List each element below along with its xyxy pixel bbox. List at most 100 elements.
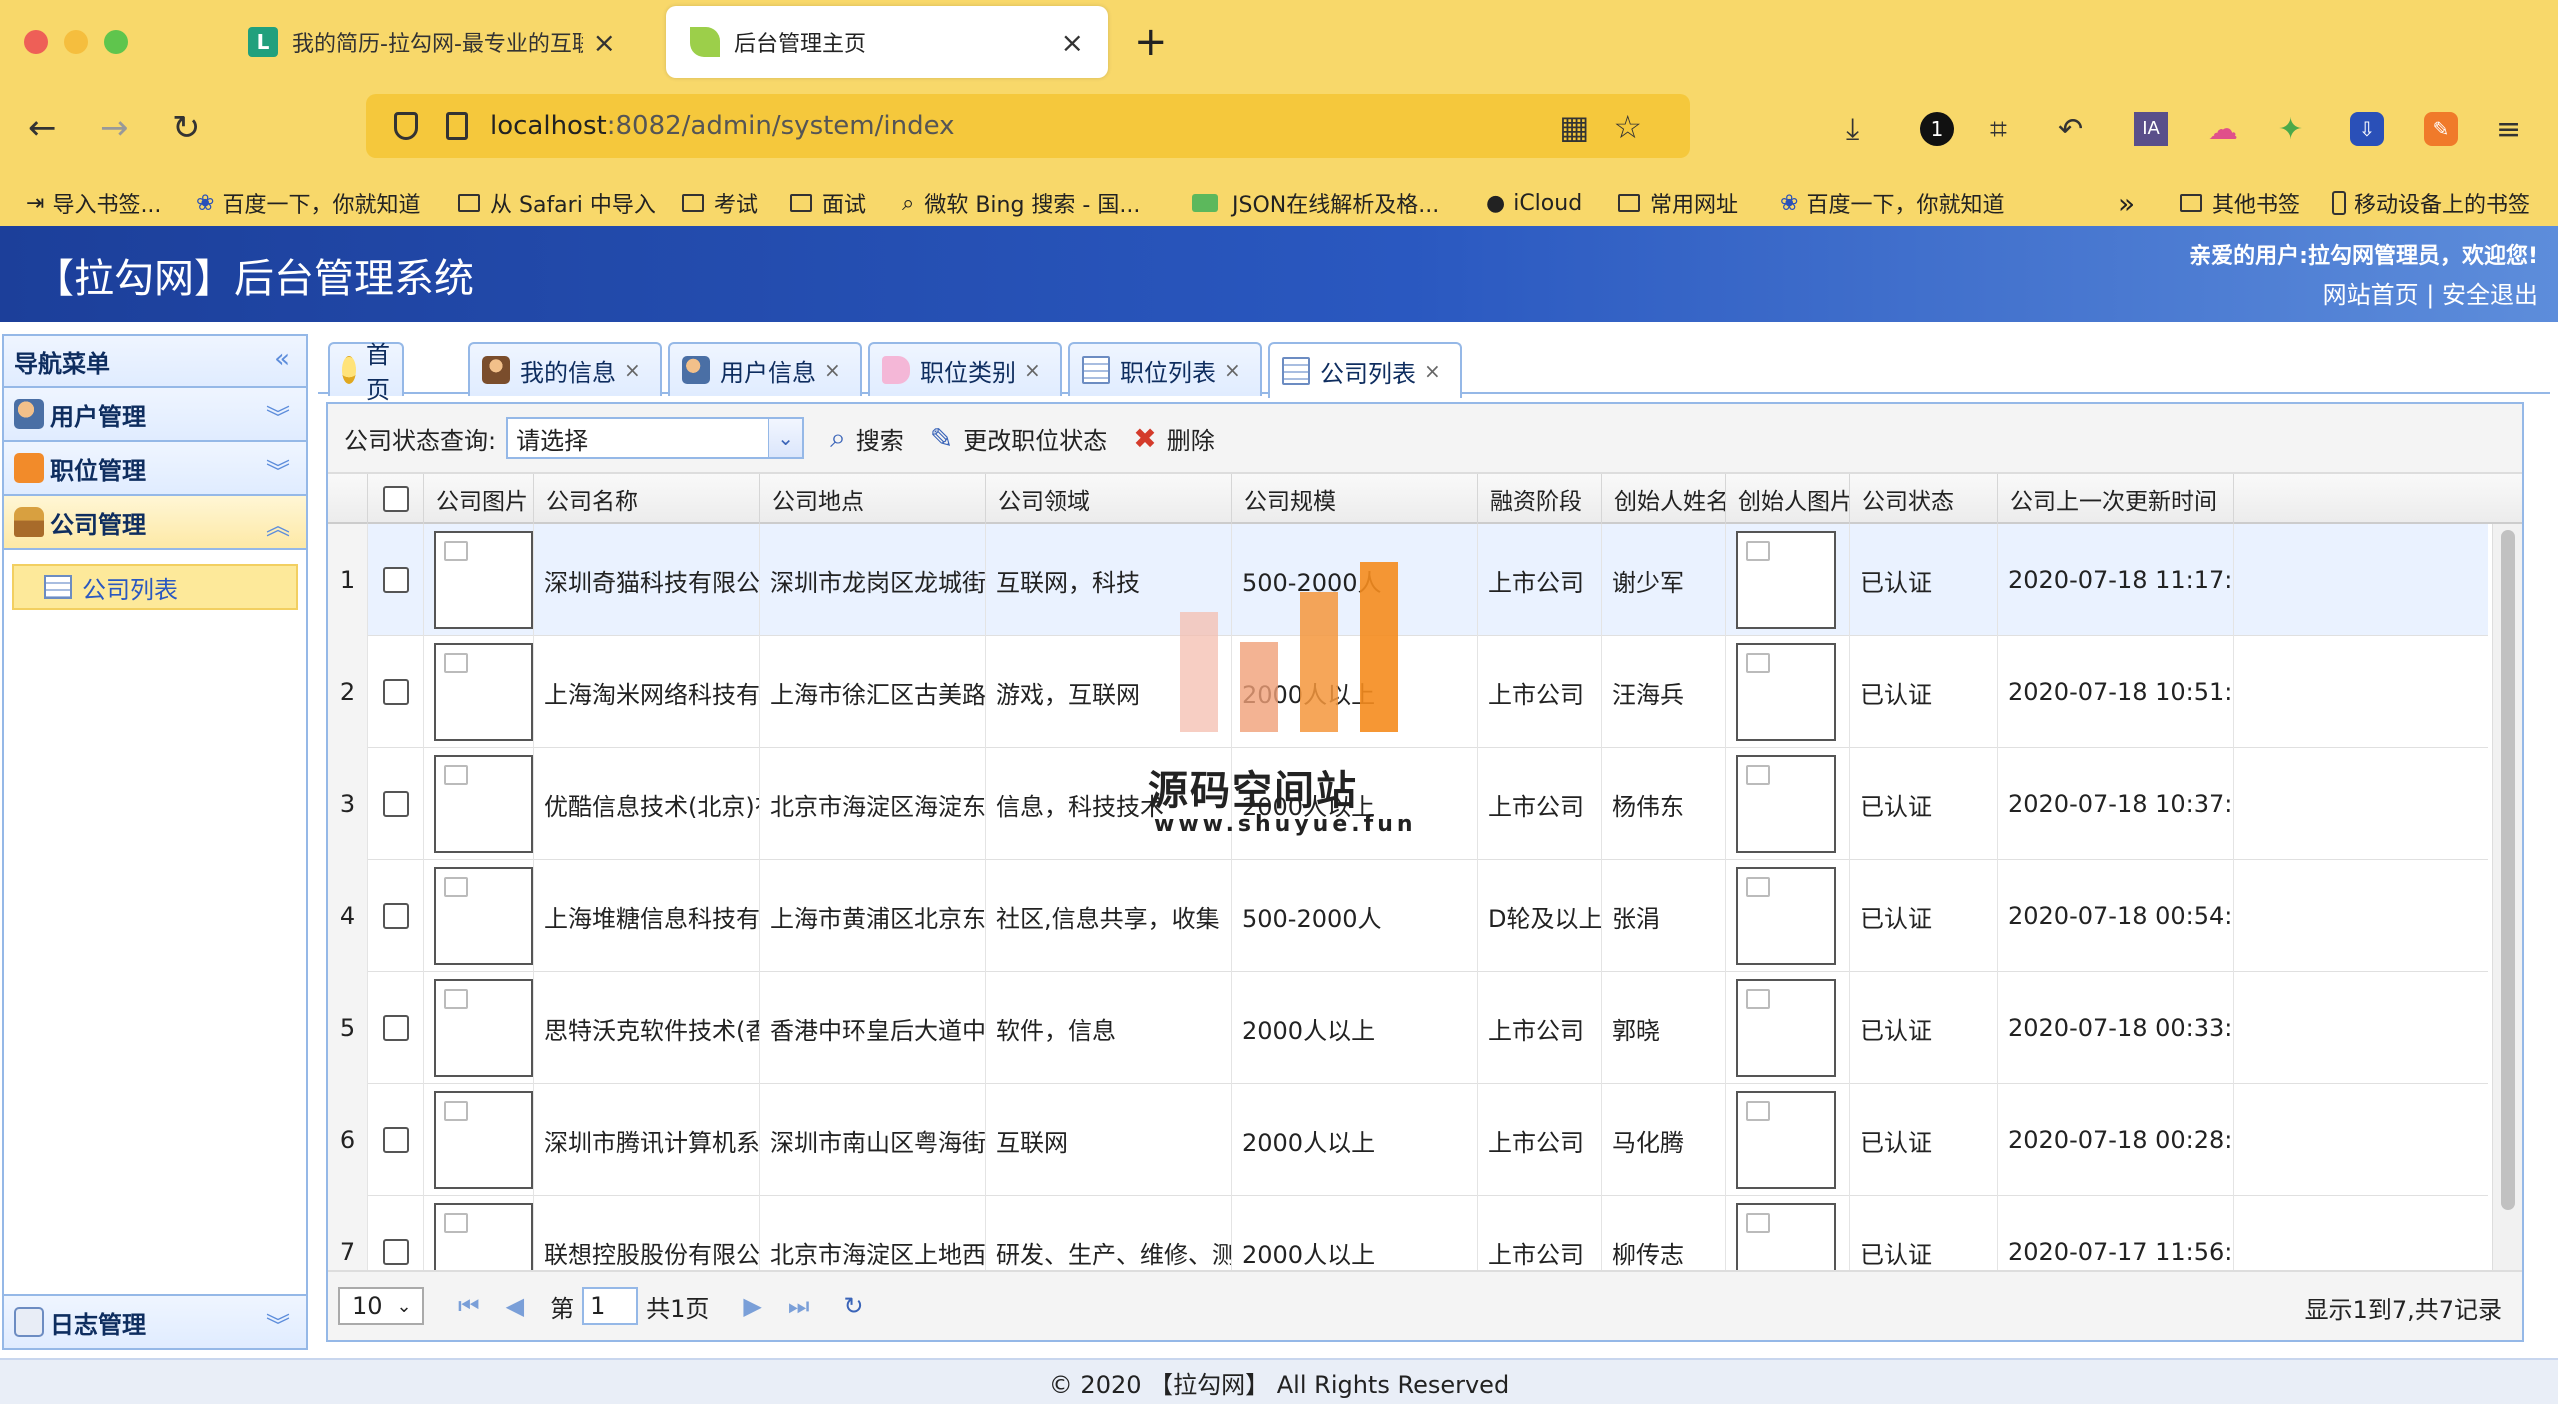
table-row[interactable]: 4 上海堆糖信息科技有限公司上海市黄浦区北京东路666号B区8 社区,信息共享，收集… [328,860,2488,972]
expand-down-icon[interactable]: ︾ [266,452,290,487]
col-founder-name[interactable]: 创始人姓名 [1602,474,1726,524]
page-number-input[interactable]: 1 [582,1287,639,1325]
row-checkbox[interactable] [382,1127,409,1153]
crop-icon[interactable]: ⌗ [1990,110,2007,150]
col-company-field[interactable]: 公司领域 [986,474,1232,524]
tab-user-info[interactable]: 用户信息 × [668,342,862,396]
delete-button[interactable]: ✖ 删除 [1133,421,1214,456]
cloud-upload-icon[interactable]: ☁ [2208,110,2238,150]
next-page-icon[interactable]: ▶ [743,1292,761,1320]
bookmark-icloud[interactable]: ● iCloud [1486,180,1582,226]
address-bar[interactable]: localhost:8082/admin/system/index ▦☆ [366,94,1690,158]
table-row[interactable]: 2 上海淘米网络科技有限公司上海市徐汇区古美路1528号A幢游戏，互联网 2000人… [328,636,2488,748]
select-all-checkbox[interactable] [382,486,409,512]
vertical-scrollbar[interactable] [2492,524,2522,1272]
new-tab-button[interactable]: + [1134,18,1168,66]
col-founder-image[interactable]: 创始人图片 [1726,474,1850,524]
status-filter-select[interactable]: 请选择 ⌄ [506,417,805,459]
search-button[interactable]: ⌕ 搜索 [830,421,904,456]
more-bookmarks-icon[interactable]: » [2118,180,2135,226]
bookmark-json[interactable]: JSON在线解析及格... [1192,180,1439,226]
close-tab-icon[interactable]: × [624,358,641,382]
tab-my-info[interactable]: 我的信息 × [468,342,662,396]
row-checkbox[interactable] [382,791,409,817]
collapse-left-icon[interactable]: « [274,344,290,374]
col-company-name[interactable]: 公司名称 [534,474,760,524]
tab-company-list[interactable]: 公司列表 × [1268,342,1462,398]
sidebar-item-job-management[interactable]: 职位管理 ︾ [4,442,306,496]
menu-icon[interactable]: ≡ [2496,110,2521,150]
col-funding-stage[interactable]: 融资阶段 [1478,474,1602,524]
url-text[interactable]: localhost:8082/admin/system/index [490,111,955,141]
qr-code-icon[interactable]: ▦ [1559,108,1613,146]
tab-home[interactable]: 首页 [328,341,404,404]
bookmark-exam-folder[interactable]: 考试 [682,180,758,226]
bookmark-star-icon[interactable]: ☆ [1613,108,1666,146]
close-tab-icon[interactable]: × [824,358,841,382]
bookmark-baidu[interactable]: ❀ 百度一下，你就知道 [196,180,420,226]
bookmark-baidu-2[interactable]: ❀ 百度一下，你就知道 [1780,180,2004,226]
download-manager-icon[interactable]: ⇩ [2350,112,2384,146]
col-company-location[interactable]: 公司地点 [760,474,986,524]
first-page-icon[interactable]: ⏮ [458,1292,480,1320]
sidebar-subitem-company-list[interactable]: 公司列表 [12,564,298,610]
close-tab-icon[interactable]: × [593,26,616,59]
minimize-window-button[interactable] [64,30,88,54]
shield-icon[interactable] [394,112,418,140]
row-checkbox[interactable] [382,679,409,705]
onepassword-extension-icon[interactable]: 1 [1920,112,1954,146]
forward-icon[interactable]: → [100,104,129,152]
bookmark-common-folder[interactable]: 常用网址 [1618,180,1738,226]
site-home-link[interactable]: 网站首页 [2323,281,2419,309]
col-company-image[interactable]: 公司图片 [424,474,534,524]
reload-icon[interactable]: ↻ [172,104,201,152]
bookmark-import[interactable]: ⇥ 导入书签... [26,180,161,226]
bookmark-interview-folder[interactable]: 面试 [790,180,866,226]
col-company-status[interactable]: 公司状态 [1850,474,1998,524]
prev-page-icon[interactable]: ◀ [506,1292,524,1320]
close-tab-icon[interactable]: × [1424,359,1441,383]
tab-job-list[interactable]: 职位列表 × [1068,342,1262,396]
bookmark-safari-import[interactable]: 从 Safari 中导入 [458,180,656,226]
undo-icon[interactable]: ↶ [2058,110,2083,150]
table-row[interactable]: 6 深圳市腾讯计算机系统有限公司深圳市南山区粤海街道麻岭社区科互联网 2000人以上… [328,1084,2488,1196]
ia-extension-icon[interactable]: IA [2134,112,2168,146]
expand-down-icon[interactable]: ︾ [266,398,290,433]
page-info-icon[interactable] [446,112,468,140]
bookmark-other-folder[interactable]: 其他书签 [2180,180,2300,226]
collapse-up-icon[interactable]: ︽ [266,506,290,541]
zoom-window-button[interactable] [104,30,128,54]
bookmark-mobile-folder[interactable]: 移动设备上的书签 [2332,180,2530,226]
browser-tab-admin[interactable]: 后台管理主页 × [666,6,1108,78]
row-checkbox[interactable] [382,1239,409,1265]
col-company-scale[interactable]: 公司规模 [1232,474,1478,524]
download-icon[interactable]: ⤓ [1846,110,1859,150]
sidebar-item-company-management[interactable]: 公司管理 ︽ [4,496,306,550]
tab-job-category[interactable]: 职位类别 × [868,342,1062,396]
change-status-button[interactable]: ✎ 更改职位状态 [930,421,1107,456]
close-window-button[interactable] [24,30,48,54]
logout-link[interactable]: 安全退出 [2442,281,2538,309]
refresh-icon[interactable]: ↻ [843,1292,863,1320]
share-extension-icon[interactable]: ✦ [2278,110,2303,150]
table-row[interactable]: 1 深圳奇猫科技有限公司深圳市龙岗区龙城街道中心城黄阁互联网，科技 500-2000… [328,524,2488,636]
page-size-select[interactable]: 10 ⌄ [338,1287,424,1325]
close-tab-icon[interactable]: × [1024,358,1041,382]
col-updated-time[interactable]: 公司上一次更新时间 [1998,474,2234,524]
row-checkbox[interactable] [382,1015,409,1041]
table-row[interactable]: 3 优酷信息技术(北京)有限公司北京市海淀区海淀东三街2号7层信息，科技技术 200… [328,748,2488,860]
close-tab-icon[interactable]: × [1061,26,1084,59]
chevron-down-icon[interactable]: ⌄ [768,419,803,457]
back-icon[interactable]: ← [28,104,57,152]
table-row[interactable]: 7 联想控股股份有限公司北京市海淀区上地西路6号2幢2层2 研发、生产、维修、测 20… [328,1196,2488,1272]
last-page-icon[interactable]: ⏭ [788,1292,810,1320]
postman-extension-icon[interactable]: ✎ [2424,112,2458,146]
sidebar-item-user-management[interactable]: 用户管理 ︾ [4,388,306,442]
row-checkbox[interactable] [382,903,409,929]
close-tab-icon[interactable]: × [1224,358,1241,382]
row-checkbox[interactable] [382,567,409,593]
table-row[interactable]: 5 思特沃克软件技术(香港)有限公司香港中环皇后大道中区中环中心28 软件，信息 20… [328,972,2488,1084]
expand-down-icon[interactable]: ︾ [266,1306,290,1341]
scrollbar-thumb[interactable] [2501,530,2515,1210]
bookmark-bing[interactable]: ⌕ 微软 Bing 搜索 - 国... [902,180,1140,226]
